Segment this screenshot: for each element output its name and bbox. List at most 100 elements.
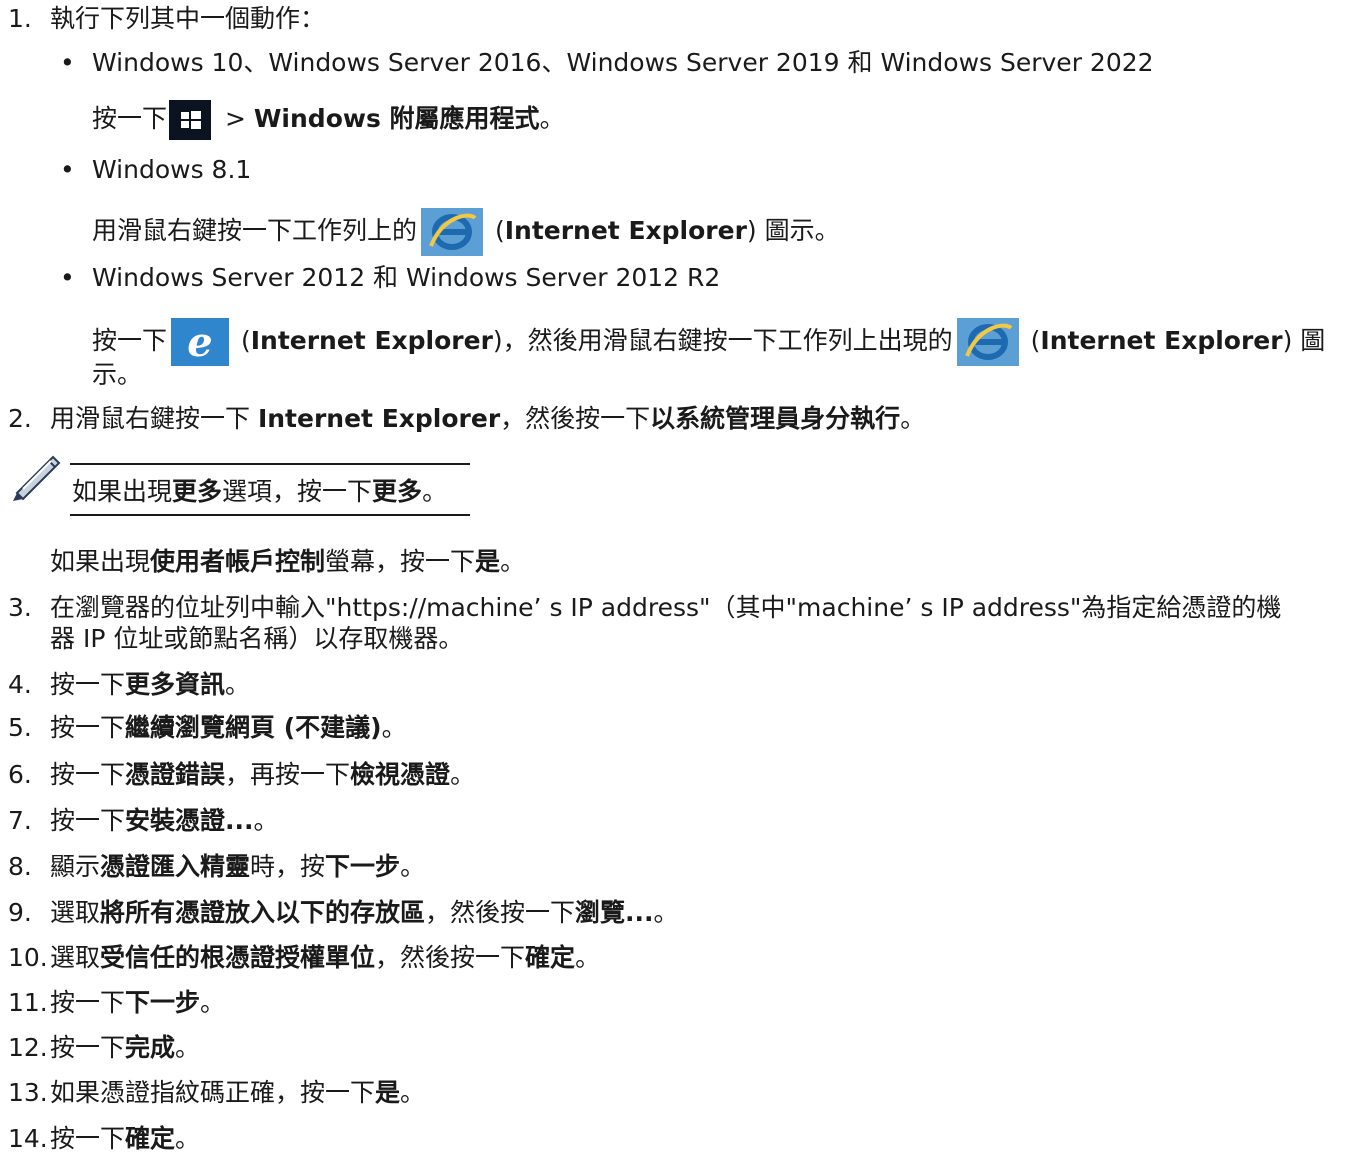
step-text: 按一下 (50, 1033, 126, 1062)
punctuation: 。 (422, 477, 448, 506)
step-number: 1. (8, 4, 32, 33)
step-number: 5. (8, 713, 32, 742)
app-name: Internet Explorer (257, 404, 501, 433)
menu-option: 以系統管理員身分執行 (650, 404, 901, 433)
ui-element: 憑證匯入精靈 (100, 852, 251, 881)
step-number: 6. (8, 760, 32, 789)
step-number: 11. (8, 988, 48, 1017)
step-number: 4. (8, 670, 32, 699)
note-bottom-rule (70, 514, 470, 516)
menu-path: Windows 附屬應用程式 (253, 104, 540, 133)
uac-pre: 如果出現 (50, 547, 151, 576)
step-text-mid: ，然後按一下 (375, 943, 526, 972)
step-text-mid: ，然後按一下 (500, 404, 651, 433)
step-text: 按一下 (50, 806, 126, 835)
app-name: Internet Explorer (504, 216, 747, 245)
pencil-note-icon (5, 449, 63, 507)
instruction-text: 用滑鼠右鍵按一下工作列上的 (92, 216, 418, 245)
internet-explorer-tile-icon: e (171, 318, 230, 366)
bullet-dot: • (60, 48, 75, 77)
ui-element: 憑證錯誤 (125, 760, 226, 789)
ui-element: 確定 (125, 1124, 176, 1153)
internet-explorer-taskbar-icon (421, 208, 484, 256)
punctuation: 。 (653, 898, 679, 927)
app-name: Internet Explorer (1040, 326, 1283, 355)
paren-open: ( (487, 216, 505, 245)
note-top-rule (70, 463, 470, 465)
uac-mid: 螢幕，按一下 (325, 547, 476, 576)
step-number: 10. (8, 943, 48, 972)
ui-element: 完成 (125, 1033, 176, 1062)
step-number: 14. (8, 1124, 48, 1153)
svg-text:e: e (187, 319, 212, 366)
step-text: 顯示 (50, 852, 101, 881)
separator: > (217, 104, 254, 133)
punctuation: 。 (575, 943, 601, 972)
paren-open: ( (1022, 326, 1041, 355)
instruction-end: ) 圖 (1282, 326, 1326, 355)
paren-open: ( (233, 326, 251, 355)
instruction-mid: )，然後用滑鼠右鍵按一下工作列上出現的 (492, 326, 953, 355)
instruction-end: 示。 (92, 360, 143, 389)
punctuation: 。 (175, 1033, 201, 1062)
step-text: 按一下 (50, 670, 126, 699)
step-number: 9. (8, 898, 32, 927)
step-text: 按一下 (50, 1124, 126, 1153)
step-text: 選取 (50, 943, 101, 972)
ui-element: 是 (375, 1078, 401, 1107)
instruction-end: ) 圖示。 (746, 216, 840, 245)
step-text: 器 IP 位址或節點名稱）以存取機器。 (50, 624, 464, 653)
punctuation: 。 (400, 852, 426, 881)
step-text: 執行下列其中一個動作： (50, 4, 326, 33)
step-text-mid: ，再按一下 (225, 760, 351, 789)
step-text-mid: 時，按 (250, 852, 326, 881)
ui-element: 下一步 (325, 852, 401, 881)
uac-button: 是 (475, 547, 501, 576)
step-number: 2. (8, 404, 32, 433)
punctuation: 。 (175, 1124, 201, 1153)
step-number: 7. (8, 806, 32, 835)
ui-element: 安裝憑證... (125, 806, 254, 835)
step-number: 12. (8, 1033, 48, 1062)
bullet-title: Windows 10、Windows Server 2016、Windows S… (92, 48, 1154, 77)
punctuation: 。 (225, 670, 251, 699)
punctuation: 。 (539, 104, 565, 133)
punctuation: 。 (381, 713, 407, 742)
bullet-title: Windows Server 2012 和 Windows Server 201… (92, 263, 721, 292)
windows-start-icon (169, 100, 212, 140)
punctuation: 。 (900, 404, 926, 433)
step-number: 3. (8, 593, 32, 622)
ui-element: 下一步 (125, 988, 201, 1017)
note-pre: 如果出現 (72, 477, 173, 506)
bullet-dot: • (60, 155, 75, 184)
step-text: 按一下 (50, 760, 126, 789)
note-mid: 選項，按一下 (222, 477, 373, 506)
instruction-text: 按一下 (92, 326, 168, 355)
step-number: 8. (8, 852, 32, 881)
link-name: 繼續瀏覽網頁 (不建議) (125, 713, 382, 742)
punctuation: 。 (400, 1078, 426, 1107)
punctuation: 。 (253, 806, 279, 835)
ui-element: 檢視憑證 (350, 760, 451, 789)
ui-element: 將所有憑證放入以下的存放區 (100, 898, 426, 927)
instruction-text: 按一下 (92, 104, 168, 133)
step-text-mid: ，然後按一下 (425, 898, 576, 927)
app-name: Internet Explorer (250, 326, 493, 355)
uac-screen: 使用者帳戶控制 (150, 547, 326, 576)
step-text: 選取 (50, 898, 101, 927)
bullet-dot: • (60, 263, 75, 292)
note-button: 更多 (372, 477, 423, 506)
link-name: 更多資訊 (125, 670, 226, 699)
bullet-title: Windows 8.1 (92, 155, 252, 184)
note-option: 更多 (172, 477, 223, 506)
punctuation: 。 (500, 547, 526, 576)
punctuation: 。 (200, 988, 226, 1017)
internet-explorer-taskbar-icon (956, 318, 1019, 366)
step-number: 13. (8, 1078, 48, 1107)
punctuation: 。 (450, 760, 476, 789)
step-text: 在瀏覽器的位址列中輸入"https://machine’ s IP addres… (50, 593, 1282, 622)
step-text: 如果憑證指紋碼正確，按一下 (50, 1078, 376, 1107)
ui-element: 確定 (525, 943, 576, 972)
ui-element: 受信任的根憑證授權單位 (100, 943, 376, 972)
step-text: 按一下 (50, 713, 126, 742)
